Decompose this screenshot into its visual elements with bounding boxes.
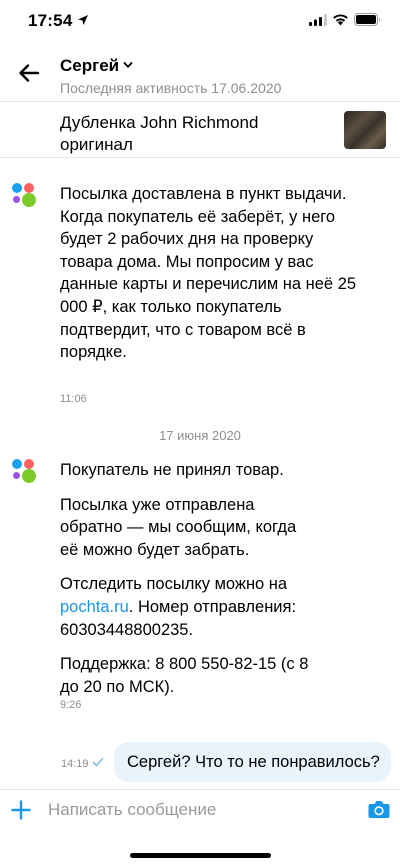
message-composer [0,789,400,866]
bot-avatar-icon [10,457,38,485]
contact-name-button[interactable]: Сергей [60,56,133,76]
home-indicator [130,853,271,858]
message-paragraph: Покупатель не принял товар. [60,461,284,479]
chevron-down-icon [123,62,133,68]
status-time: 17:54 [28,11,73,30]
system-message: Покупатель не принял товар. Посылка уже … [60,459,360,710]
camera-icon[interactable] [368,799,390,819]
last-seen-status: Последняя активность 17.06.2020 [60,80,282,96]
message-paragraph: Отследить посылку можно на pochta.ru. Но… [60,573,360,641]
tracking-link[interactable]: pochta.ru [60,598,129,616]
bot-avatar-icon [10,181,38,209]
signal-icon [309,14,327,26]
checkmark-icon [92,757,104,767]
contact-name: Сергей [60,56,120,75]
location-arrow-icon [78,15,88,25]
message-text: Отследить посылку можно на [60,575,288,594]
message-input[interactable] [48,798,348,822]
message-text: Посылка доставлена в пункт выдачи. Когда… [60,185,357,362]
system-message: Посылка доставлена в пункт выдачи. Когда… [60,183,360,364]
battery-icon [354,13,380,26]
plus-icon[interactable] [11,800,31,820]
listing-thumbnail[interactable] [344,111,386,149]
chat-header: Сергей Последняя активность 17.06.2020 [0,44,400,102]
message-paragraph: Поддержка: 8 800 550-82-15 (с 8 до 20 по… [60,655,309,696]
wifi-icon [333,14,348,26]
outgoing-message-bubble[interactable]: Сергей? Что то не понравилось? [114,742,391,782]
message-time: 14:19 [61,758,89,770]
listing-title: Дубленка John Richmond оригинал [60,113,259,154]
back-arrow-icon[interactable] [16,60,42,86]
message-paragraph: Посылка уже отправлена обратно — мы сооб… [60,495,297,559]
status-bar: 17:54 [0,0,400,44]
message-time: 9:26 [60,699,82,711]
message-time: 11:06 [60,393,87,405]
listing-card[interactable]: Дубленка John Richmond оригинал [0,102,400,158]
date-separator: 17 июня 2020 [159,428,241,443]
